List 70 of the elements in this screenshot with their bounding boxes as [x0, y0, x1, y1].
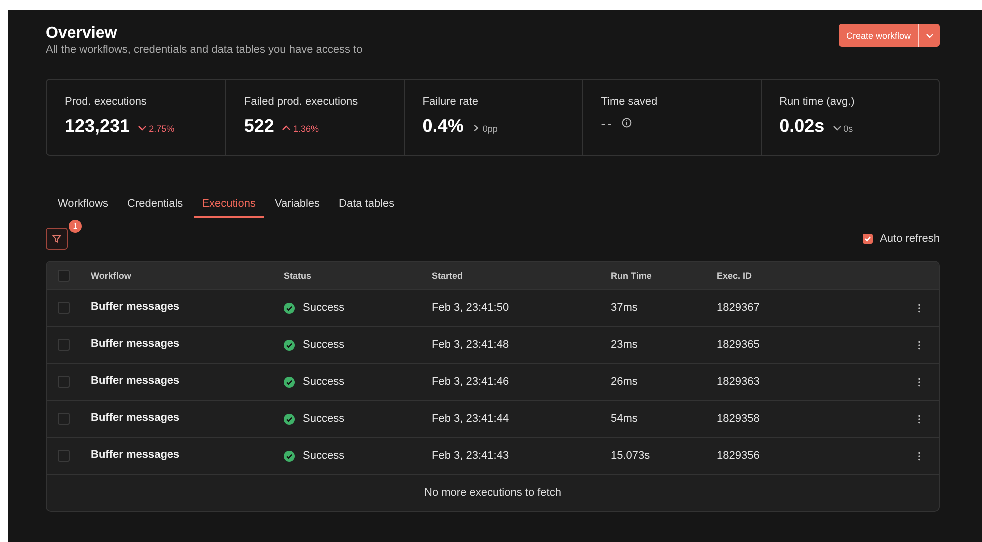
status-text: Success	[303, 339, 345, 351]
table-cell-text: Feb 3, 23:41:46	[432, 376, 510, 388]
column-header: Started	[432, 270, 464, 280]
page-subtitle: All the workflows, credentials and data tables you have access to	[46, 44, 363, 56]
tab[interactable]: Credentials	[120, 194, 192, 218]
table-cell-text: 1829358	[717, 413, 761, 425]
stat-label: Time saved	[601, 96, 659, 108]
table-cell-text: 1829365	[717, 339, 761, 351]
stat-change: 0pp	[482, 124, 498, 134]
stat-label: Prod. executions	[65, 96, 148, 108]
stat-label: Run time (avg.)	[780, 96, 856, 108]
stat-value: 0.02s	[780, 116, 825, 137]
table-cell-text: Buffer messages	[91, 412, 181, 424]
stat-value: 0.4%	[422, 116, 464, 137]
tab[interactable]: Workflows	[50, 194, 117, 218]
row-checkbox[interactable]	[58, 376, 70, 388]
more-options-icon[interactable]	[918, 414, 920, 424]
more-options-icon[interactable]	[918, 452, 920, 460]
filter-button[interactable]	[46, 228, 68, 250]
column-header: Run Time	[611, 270, 653, 280]
row-checkbox[interactable]	[58, 302, 70, 314]
table-cell-text: 1829367	[717, 302, 761, 314]
status-text: Success	[303, 450, 345, 462]
row-checkbox[interactable]	[58, 450, 70, 462]
filter-icon	[52, 234, 62, 244]
table-cell-text: 15.073s	[611, 450, 652, 462]
table-cell-text: Buffer messages	[91, 374, 181, 386]
more-options-icon[interactable]	[918, 378, 920, 386]
table-cell-text: Buffer messages	[91, 448, 181, 460]
column-header: Exec. ID	[717, 270, 754, 280]
table-cell-text: 54ms	[611, 413, 639, 425]
table-cell-text: Feb 3, 23:41:44	[432, 413, 510, 425]
status-text: Success	[303, 376, 345, 388]
row-checkbox[interactable]	[58, 339, 70, 351]
tab[interactable]: Executions	[194, 194, 264, 218]
column-header: Status	[284, 270, 313, 280]
stat-change: 1.36%	[293, 124, 319, 134]
stat-value: 123,231	[65, 116, 130, 137]
table-cell-text: Feb 3, 23:41:48	[432, 339, 510, 351]
status-text: Success	[303, 413, 345, 425]
more-options-icon[interactable]	[918, 340, 920, 350]
stat-change: 2.75%	[149, 124, 175, 134]
row-checkbox[interactable]	[58, 413, 70, 425]
auto-refresh-checkbox[interactable]	[863, 234, 874, 244]
stat-label: Failure rate	[422, 96, 480, 108]
stat-value: --	[601, 116, 614, 131]
table-cell-text: 26ms	[611, 376, 639, 388]
select-all-checkbox[interactable]	[58, 270, 70, 282]
tab[interactable]: Variables	[266, 194, 328, 218]
more-options-icon[interactable]	[918, 304, 920, 312]
table-cell-text: 23ms	[611, 339, 639, 351]
page-title: Overview	[46, 25, 118, 43]
tab[interactable]: Data tables	[331, 194, 403, 218]
table-cell-text: Buffer messages	[91, 338, 181, 350]
table-cell-text: Feb 3, 23:41:43	[432, 450, 510, 462]
empty-message: No more executions to fetch	[424, 487, 562, 499]
table-cell-text: 1829363	[717, 376, 761, 388]
stat-value: 522	[244, 116, 274, 137]
stat-change: 0s	[844, 124, 854, 134]
table-cell-text: 37ms	[611, 302, 639, 314]
check-icon	[864, 235, 872, 243]
column-header: Workflow	[91, 270, 132, 280]
caret-icon	[926, 32, 934, 38]
stat-label: Failed prod. executions	[244, 96, 360, 108]
filter-count-badge: 1	[69, 220, 82, 233]
checkbox-label: Auto refresh	[880, 233, 940, 245]
table-cell-text: Feb 3, 23:41:50	[432, 302, 510, 314]
table-cell-text: 1829356	[717, 450, 761, 462]
status-text: Success	[303, 302, 345, 314]
table-cell-text: Buffer messages	[91, 300, 181, 312]
